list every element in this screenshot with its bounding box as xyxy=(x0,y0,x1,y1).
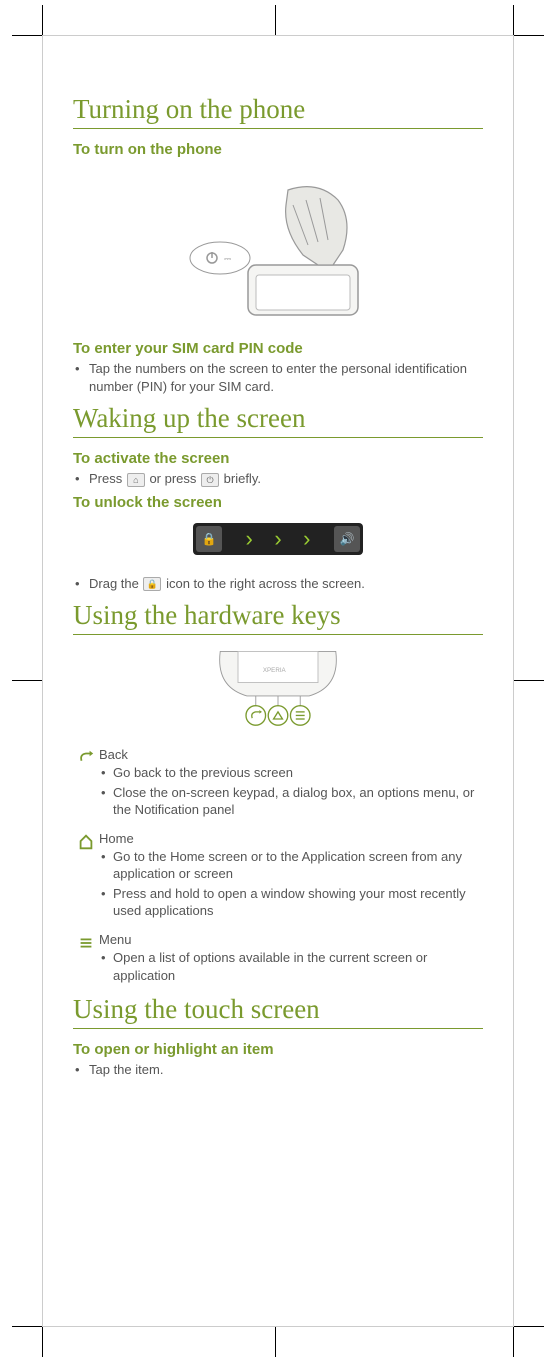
svg-text:XPERIA: XPERIA xyxy=(263,667,287,674)
hw-key-back-bullet-0: Go back to the previous screen xyxy=(99,764,483,782)
power-icon: ⏻ xyxy=(201,473,219,487)
lock-icon: 🔒 xyxy=(196,526,222,552)
bullet-activate-screen: Press ⌂ or press ⏻ briefly. xyxy=(73,470,483,488)
hw-key-back-row: Back Go back to the previous screen Clos… xyxy=(73,747,483,821)
subheading-unlock-screen: To unlock the screen xyxy=(73,494,483,511)
subheading-open-item: To open or highlight an item xyxy=(73,1041,483,1058)
page-content: Turning on the phone To turn on the phon… xyxy=(42,35,514,1327)
text-press-c: briefly. xyxy=(220,471,261,486)
heading-hardware-keys: Using the hardware keys xyxy=(73,600,483,635)
subheading-turn-on: To turn on the phone xyxy=(73,141,483,158)
hw-key-back-title: Back xyxy=(99,747,483,762)
heading-turning-on: Turning on the phone xyxy=(73,94,483,129)
phone-power-illustration: ⎓ xyxy=(178,170,378,320)
bullet-sim-pin: Tap the numbers on the screen to enter t… xyxy=(73,360,483,395)
hw-key-back-bullet-1: Close the on-screen keypad, a dialog box… xyxy=(99,784,483,819)
home-icon: ⌂ xyxy=(127,473,145,487)
back-icon xyxy=(73,747,99,821)
hw-key-home-title: Home xyxy=(99,831,483,846)
bullet-unlock-drag: Drag the 🔒 icon to the right across the … xyxy=(73,575,483,593)
lock-icon: 🔒 xyxy=(143,577,161,591)
figure-hardware-keys: XPERIA xyxy=(73,647,483,727)
heading-waking: Waking up the screen xyxy=(73,403,483,438)
menu-icon xyxy=(73,932,99,986)
hw-key-menu-bullet-0: Open a list of options available in the … xyxy=(99,949,483,984)
heading-touch-screen: Using the touch screen xyxy=(73,994,483,1029)
figure-phone-power: ⎓ xyxy=(73,170,483,320)
hw-key-home-row: Home Go to the Home screen or to the App… xyxy=(73,831,483,922)
unlock-slider-illustration: 🔒 › › › 🔊 xyxy=(193,523,363,555)
text-press-b: or press xyxy=(146,471,200,486)
hardware-keys-illustration: XPERIA xyxy=(203,647,353,727)
hw-key-home-bullet-1: Press and hold to open a window showing … xyxy=(99,885,483,920)
arrow-icon: › xyxy=(274,526,281,552)
hw-key-menu-title: Menu xyxy=(99,932,483,947)
subheading-activate-screen: To activate the screen xyxy=(73,450,483,467)
bullet-tap-item: Tap the item. xyxy=(73,1061,483,1079)
text-drag-b: icon to the right across the screen. xyxy=(162,576,364,591)
hw-key-home-bullet-0: Go to the Home screen or to the Applicat… xyxy=(99,848,483,883)
text-press-a: Press xyxy=(89,471,126,486)
text-drag-a: Drag the xyxy=(89,576,142,591)
arrow-icon: › xyxy=(303,526,310,552)
hw-key-menu-row: Menu Open a list of options available in… xyxy=(73,932,483,986)
sound-icon: 🔊 xyxy=(334,526,360,552)
subheading-sim-pin: To enter your SIM card PIN code xyxy=(73,340,483,357)
home-icon xyxy=(73,831,99,922)
arrow-icon: › xyxy=(246,526,253,552)
figure-unlock-slider: 🔒 › › › 🔊 xyxy=(73,523,483,555)
svg-text:⎓: ⎓ xyxy=(224,254,231,264)
